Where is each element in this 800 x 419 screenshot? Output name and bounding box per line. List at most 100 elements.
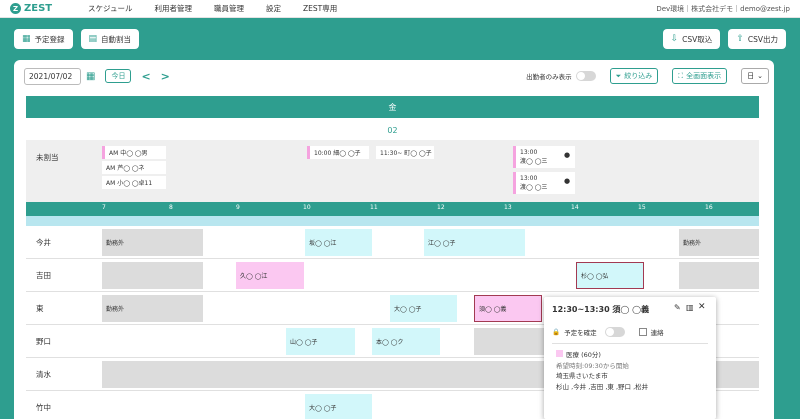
fullscreen-icon: ⛶ — [678, 71, 684, 80]
service-duration: (60分) — [581, 351, 601, 359]
unassigned-card[interactable]: 11:30~ 町◯ ◯子 — [376, 146, 434, 159]
prev-arrow-icon[interactable]: < — [141, 70, 150, 83]
address: 埼玉県さいたま市 — [556, 372, 608, 380]
view-value: 日 — [747, 72, 755, 80]
staff-row: 吉田 久◯ ◯江 杉◯ ◯弘 — [26, 259, 759, 292]
export-icon: ⇧ — [736, 34, 744, 44]
trash-icon[interactable]: ▥ — [686, 303, 694, 312]
hour-tick: 7 — [102, 204, 106, 211]
assigned-staff: 杉山 ,今井 ,吉田 ,東 ,野口 ,松井 — [556, 382, 649, 391]
add-schedule-button[interactable]: ▦ 予定登録 — [14, 29, 73, 49]
hour-tick: 9 — [236, 204, 240, 211]
schedule-block[interactable]: 勤務外 — [102, 295, 203, 322]
schedule-block[interactable]: 杉◯ ◯弘 — [576, 262, 644, 289]
wish-time: 希望時刻:09:30から開始 — [556, 361, 629, 370]
scrollbar[interactable] — [790, 60, 796, 419]
hour-tick: 16 — [705, 204, 713, 211]
confirm-row: 🔒 予定を確定 連絡 — [552, 327, 664, 337]
logo-icon: Z — [10, 3, 21, 14]
service-color-icon — [556, 350, 563, 357]
hour-tick: 15 — [638, 204, 646, 211]
schedule-block[interactable]: 坂◯ ◯江 — [305, 229, 372, 256]
hour-tick: 12 — [437, 204, 445, 211]
auto-assign-button[interactable]: ▤ 自動割当 — [80, 29, 140, 49]
add-schedule-label: 予定登録 — [34, 34, 65, 44]
staff-name: 竹中 — [36, 403, 51, 412]
fullscreen-label: 全画面表示 — [686, 72, 722, 80]
schedule-block[interactable]: 久◯ ◯江 — [236, 262, 304, 289]
schedule-block[interactable]: 大◯ ◯子 — [390, 295, 457, 322]
schedule-block[interactable]: 勤務外 — [102, 229, 203, 256]
action-bar: ▦ 予定登録 ▤ 自動割当 ⇩ CSV取込 ⇧ CSV出力 — [0, 18, 800, 60]
fullscreen-button[interactable]: ⛶ 全画面表示 — [672, 68, 728, 84]
unassigned-card[interactable]: AM 中◯ ◯男 — [102, 146, 166, 159]
csv-import-label: CSV取込 — [682, 34, 713, 44]
auto-assign-label: 自動割当 — [101, 34, 132, 44]
schedule-block[interactable]: 本◯ ◯ク — [372, 328, 440, 355]
schedule-block-off — [679, 262, 759, 289]
csv-export-button[interactable]: ⇧ CSV出力 — [728, 29, 786, 49]
main-nav: スケジュール 利用者管理 職員管理 設定 ZEST専用 — [88, 3, 337, 14]
filter-label: 絞り込み — [624, 72, 653, 80]
hour-tick: 13 — [504, 204, 512, 211]
popup-title: 12:30~13:30 須◯ ◯義 — [552, 305, 650, 314]
top-navbar: Z ZEST スケジュール 利用者管理 職員管理 設定 ZEST専用 Dev環境｜… — [0, 0, 800, 18]
schedule-block[interactable]: 江◯ ◯子 — [424, 229, 525, 256]
nav-schedule[interactable]: スケジュール — [88, 3, 132, 14]
nav-users[interactable]: 利用者管理 — [154, 3, 192, 14]
zest-logo[interactable]: Z ZEST — [10, 3, 65, 14]
nav-zest-only[interactable]: ZEST専用 — [303, 3, 337, 14]
service-row: 医療 (60分) — [556, 350, 704, 361]
weekday-header: 金 — [26, 96, 759, 118]
import-icon: ⇩ — [670, 34, 679, 44]
schedule-block[interactable]: 山◯ ◯子 — [286, 328, 355, 355]
only-attendees-label: 出勤者のみ表示 — [526, 73, 572, 81]
unassigned-card[interactable]: 10:00 細◯ ◯子 — [307, 146, 369, 159]
staff-name: 清水 — [36, 370, 51, 379]
calendar-plus-icon: ▦ — [22, 34, 31, 44]
filter-icon: ⏷ — [615, 71, 622, 80]
unassigned-card[interactable]: AM 小◯ ◯卓11 — [102, 176, 166, 189]
person-icon: ● — [564, 151, 571, 159]
person-icon: ● — [564, 177, 571, 185]
csv-import-button[interactable]: ⇩ CSV取込 — [662, 29, 721, 49]
staff-name: 今井 — [36, 238, 51, 247]
date-field[interactable]: 2021/07/02 — [24, 67, 81, 85]
hour-tick: 11 — [370, 204, 378, 211]
contact-checkbox[interactable] — [638, 328, 647, 336]
schedule-block[interactable]: 須◯ ◯義 — [474, 295, 542, 322]
date-number[interactable]: 02 — [26, 120, 759, 140]
date-value: 2021/07/02 — [29, 71, 73, 81]
unassigned-row: 未割当 AM 中◯ ◯男 AM 芦◯ ◯ネ AM 小◯ ◯卓11 10:00 細… — [26, 140, 759, 202]
confirm-label: 予定を確定 — [564, 329, 597, 337]
view-select[interactable]: 日 ⌄ — [741, 68, 769, 84]
unassigned-card[interactable]: AM 芦◯ ◯ネ — [102, 161, 166, 174]
confirm-toggle[interactable] — [604, 327, 625, 337]
csv-export-label: CSV出力 — [747, 34, 778, 44]
next-arrow-icon[interactable]: > — [161, 70, 170, 83]
popup-details: 医療 (60分) 希望時刻:09:30から開始 埼玉県さいたま市 杉山 ,今井 … — [552, 343, 708, 419]
staff-row: 今井 勤務外 坂◯ ◯江 江◯ ◯子 勤務外 — [26, 226, 759, 259]
schedule-block[interactable]: 勤務外 — [679, 229, 759, 256]
today-button[interactable]: 今日 — [105, 69, 132, 83]
staff-name: 野口 — [36, 337, 51, 346]
filter-button[interactable]: ⏷ 絞り込み — [609, 68, 659, 84]
nav-settings[interactable]: 設定 — [266, 3, 281, 14]
staff-name: 吉田 — [36, 271, 51, 280]
only-attendees-toggle[interactable] — [575, 71, 596, 81]
staff-name: 東 — [36, 304, 44, 313]
service-name: 医療 — [566, 351, 579, 359]
nav-staff[interactable]: 職員管理 — [214, 3, 244, 14]
time-indicator-strip — [26, 216, 759, 226]
schedule-detail-popup: 12:30~13:30 須◯ ◯義 ✎ ▥ ✕ 🔒 予定を確定 連絡 医療 (6… — [544, 297, 716, 419]
calendar-icon[interactable]: ▦ — [86, 71, 95, 82]
time-axis: 7 8 9 10 11 12 13 14 15 16 — [26, 202, 759, 216]
user-info[interactable]: Dev環境｜株式会社デモ｜demo@zest.jp — [656, 4, 790, 14]
close-icon[interactable]: ✕ — [698, 302, 706, 312]
unassigned-label: 未割当 — [36, 153, 59, 162]
logo-text: ZEST — [24, 3, 53, 14]
hour-tick: 14 — [571, 204, 579, 211]
auto-assign-icon: ▤ — [88, 34, 98, 44]
schedule-block[interactable]: 大◯ ◯子 — [305, 394, 372, 419]
edit-icon[interactable]: ✎ — [674, 303, 681, 312]
